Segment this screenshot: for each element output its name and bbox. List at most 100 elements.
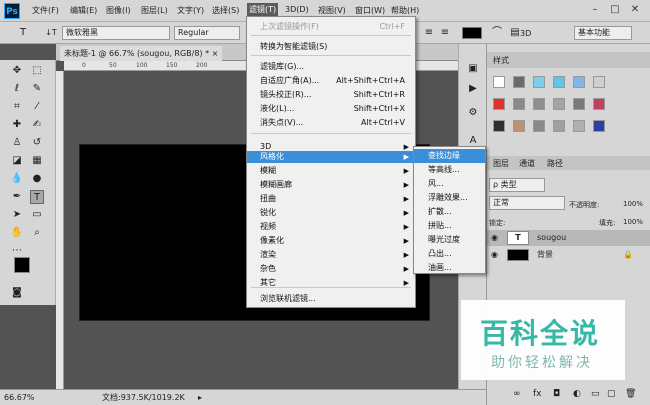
delete-layer-icon[interactable]: 🗑 — [625, 389, 636, 399]
menu-layer[interactable]: 图层(L) — [141, 5, 168, 16]
blur-tool-icon[interactable]: 💧 — [10, 172, 24, 186]
minimize-icon[interactable]: – — [588, 3, 602, 17]
eraser-tool-icon[interactable]: ◪ — [10, 154, 24, 168]
filter-menu-item[interactable]: 模糊 ▶ — [247, 165, 415, 177]
filter-menu-item[interactable]: 杂色 ▶ — [247, 263, 415, 275]
style-swatch[interactable] — [513, 76, 525, 88]
clone-stamp-icon[interactable]: ♙ — [10, 136, 24, 150]
style-swatch[interactable] — [533, 98, 545, 110]
layer-name[interactable]: 背景 — [537, 247, 553, 263]
foreground-color[interactable] — [14, 257, 30, 273]
tab-paths[interactable]: 路径 — [547, 158, 563, 169]
style-swatch[interactable] — [573, 120, 585, 132]
filter-menu-item[interactable]: 上次滤镜操作(F) Ctrl+F — [247, 21, 415, 33]
stylize-menu-item[interactable]: 等高线... — [414, 163, 485, 177]
blend-mode-select[interactable]: 正常 — [489, 196, 565, 210]
restore-icon[interactable]: □ — [608, 3, 622, 17]
stylize-menu-item[interactable]: 浮雕效果... — [414, 191, 485, 205]
history-brush-icon[interactable]: ↺ — [30, 136, 44, 150]
type-tool-icon[interactable]: T — [30, 190, 44, 204]
filter-menu-item[interactable]: 消失点(V)... Alt+Ctrl+V — [247, 117, 415, 129]
toggle-orientation-icon[interactable]: ↓T — [44, 26, 58, 40]
filter-menu-item[interactable]: 模糊画廊 ▶ — [247, 179, 415, 191]
style-swatch[interactable] — [573, 76, 585, 88]
style-swatch[interactable] — [573, 98, 585, 110]
stylize-menu-item[interactable]: 风... — [414, 177, 485, 191]
font-style-select[interactable]: Regular — [174, 26, 240, 40]
link-layers-icon[interactable]: ∞ — [513, 389, 521, 399]
tab-styles[interactable]: 样式 — [493, 55, 509, 66]
style-swatch[interactable] — [493, 120, 505, 132]
add-mask-icon[interactable]: ◘ — [553, 389, 560, 399]
stylize-menu-item[interactable]: 拼贴... — [414, 219, 485, 233]
zoom-tool-icon[interactable]: ⌕ — [30, 226, 44, 240]
style-swatch[interactable] — [513, 120, 525, 132]
visibility-eye-icon[interactable]: ◉ — [491, 230, 498, 246]
style-swatch[interactable] — [493, 76, 505, 88]
menu-image[interactable]: 图像(I) — [106, 5, 131, 16]
filter-menu-item[interactable]: 像素化 ▶ — [247, 235, 415, 247]
menu-select[interactable]: 选择(S) — [212, 5, 239, 16]
new-layer-icon[interactable]: ▢ — [607, 389, 616, 399]
hand-tool-icon[interactable]: ✋ — [10, 226, 24, 240]
filter-menu-item[interactable]: 自适应广角(A)... Alt+Shift+Ctrl+A — [247, 75, 415, 87]
actions-panel-icon[interactable]: ▶ — [466, 82, 480, 96]
layer-name[interactable]: sougou — [537, 230, 566, 246]
stylize-menu-item[interactable]: 曝光过度 — [414, 233, 485, 247]
more-tools-icon[interactable]: ⋯ — [10, 244, 24, 258]
layer-kind-filter[interactable]: ρ 类型 — [489, 178, 545, 192]
3d-button[interactable]: 3D — [520, 29, 531, 38]
path-select-icon[interactable]: ➤ — [10, 208, 24, 222]
visibility-eye-icon[interactable]: ◉ — [491, 247, 498, 263]
crop-tool-icon[interactable]: ⌗ — [10, 100, 24, 114]
warp-text-icon[interactable]: ⌒ — [490, 26, 504, 40]
font-family-select[interactable]: 微软雅黑 — [62, 26, 170, 40]
properties-panel-icon[interactable]: ⚙ — [466, 106, 480, 120]
menu-help[interactable]: 帮助(H) — [391, 5, 419, 16]
adjustment-layer-icon[interactable]: ◐ — [573, 389, 581, 399]
zoom-level[interactable]: 66.67% — [4, 390, 35, 405]
marquee-tool-icon[interactable]: ⬚ — [30, 64, 44, 78]
fill-value[interactable]: 100% — [623, 218, 643, 226]
rectangle-tool-icon[interactable]: ▭ — [30, 208, 44, 222]
filter-menu-item[interactable]: 锐化 ▶ — [247, 207, 415, 219]
style-swatch[interactable] — [513, 98, 525, 110]
filter-menu-item[interactable]: 滤镜库(G)... — [247, 61, 415, 73]
filter-menu-item[interactable]: 浏览联机滤镜... — [247, 293, 415, 305]
document-tab[interactable]: 未标题-1 @ 66.7% (sougou, RGB/8) * × — [60, 46, 223, 61]
style-swatch[interactable] — [553, 120, 565, 132]
filter-menu-item[interactable]: 扭曲 ▶ — [247, 193, 415, 205]
status-arrow-icon[interactable]: ▸ — [198, 390, 202, 405]
align-center-icon[interactable]: ≡ — [422, 26, 436, 40]
layer-row[interactable]: ◉ 背景 🔒 — [487, 247, 650, 263]
style-swatch[interactable] — [553, 76, 565, 88]
filter-menu-item[interactable]: 视频 ▶ — [247, 221, 415, 233]
filter-menu-item[interactable]: 镜头校正(R)... Shift+Ctrl+R — [247, 89, 415, 101]
align-right-icon[interactable]: ≡ — [438, 26, 452, 40]
stylize-menu-item[interactable]: 油画... — [414, 261, 485, 275]
style-swatch[interactable] — [593, 76, 605, 88]
brush-tool-icon[interactable]: ✍ — [30, 118, 44, 132]
style-swatch[interactable] — [553, 98, 565, 110]
menu-type[interactable]: 文字(Y) — [177, 5, 204, 16]
style-swatch[interactable] — [593, 120, 605, 132]
menu-window[interactable]: 窗口(W) — [355, 5, 385, 16]
filter-menu-item[interactable]: 转换为智能滤镜(S) — [247, 41, 415, 53]
pen-tool-icon[interactable]: ✒ — [10, 190, 24, 204]
type-tool-preset-icon[interactable]: T — [16, 26, 30, 40]
workspace-select[interactable]: 基本功能 — [574, 26, 632, 40]
style-swatch[interactable] — [533, 76, 545, 88]
layer-row[interactable]: ◉ T sougou — [487, 230, 650, 246]
menu-file[interactable]: 文件(F) — [32, 5, 59, 16]
filter-menu-item[interactable]: 其它 ▶ — [247, 277, 415, 289]
quick-mask-icon[interactable]: ◙ — [10, 286, 24, 300]
stylize-menu-item[interactable]: 扩散... — [414, 205, 485, 219]
stylize-menu-item[interactable]: 查找边缘 — [414, 149, 485, 163]
healing-brush-icon[interactable]: ✚ — [10, 118, 24, 132]
style-swatch[interactable] — [533, 120, 545, 132]
quick-select-icon[interactable]: ✎ — [30, 82, 44, 96]
eyedropper-icon[interactable]: ⁄ — [30, 100, 44, 114]
move-tool-icon[interactable]: ✥ — [10, 64, 24, 78]
new-group-icon[interactable]: ▭ — [591, 389, 600, 399]
close-tab-icon[interactable]: × — [212, 49, 219, 58]
